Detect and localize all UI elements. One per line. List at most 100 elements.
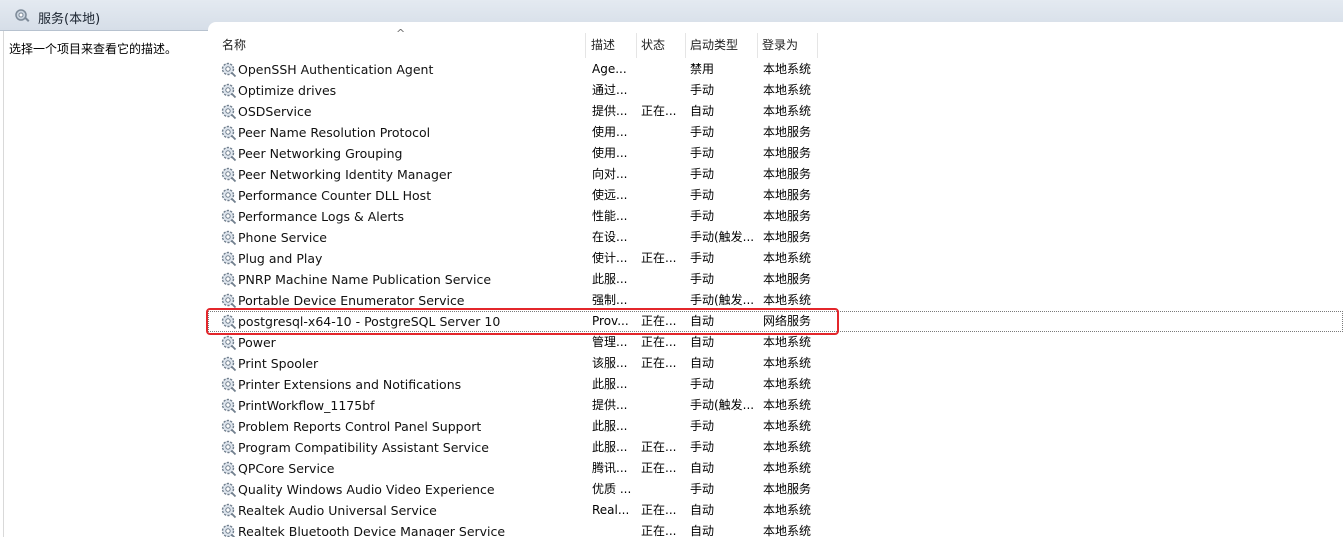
column-header-name[interactable]: 名称: [218, 33, 586, 58]
service-gear-icon: [220, 145, 237, 162]
service-log-on-as: 本地服务: [763, 209, 812, 223]
service-description: 此服...: [592, 440, 628, 454]
service-log-on-as: 本地服务: [763, 230, 812, 244]
table-row[interactable]: Printer Extensions and Notifications 此服..…: [208, 374, 1343, 395]
service-status: [641, 269, 687, 290]
service-startup-type: 手动(触发...: [690, 293, 755, 307]
column-header-startup-type[interactable]: 启动类型: [686, 33, 758, 58]
service-name: Peer Name Resolution Protocol: [238, 125, 431, 140]
service-status: [641, 290, 687, 311]
service-startup-type: 禁用: [690, 62, 715, 76]
service-description: 使计...: [592, 251, 628, 265]
service-log-on-as: 网络服务: [763, 314, 812, 328]
table-row[interactable]: OSDService 提供... 正在... 自动 本地系统: [208, 101, 1343, 122]
column-header-log-on-as[interactable]: 登录为: [758, 33, 818, 58]
service-status: 正在...: [641, 440, 677, 454]
table-row[interactable]: QPCore Service 腾讯... 正在... 自动 本地系统: [208, 458, 1343, 479]
table-row[interactable]: Performance Logs & Alerts 性能... 手动 本地服务: [208, 206, 1343, 227]
service-gear-icon: [220, 292, 237, 309]
service-log-on-as: 本地系统: [763, 398, 812, 412]
service-description: 该服...: [592, 356, 628, 370]
service-startup-type: 手动: [690, 83, 715, 97]
service-startup-type: 自动: [690, 524, 715, 537]
table-row[interactable]: Peer Networking Grouping 使用... 手动 本地服务: [208, 143, 1343, 164]
service-log-on-as: 本地系统: [763, 251, 812, 265]
service-name: Performance Logs & Alerts: [238, 209, 404, 224]
service-log-on-as: 本地系统: [763, 62, 812, 76]
service-description: 此服...: [592, 419, 628, 433]
column-header-description[interactable]: 描述: [587, 33, 637, 58]
service-name: Quality Windows Audio Video Experience: [238, 482, 495, 497]
table-row[interactable]: Optimize drives 通过... 手动 本地系统: [208, 80, 1343, 101]
table-row[interactable]: postgresql-x64-10 - PostgreSQL Server 10…: [208, 311, 1343, 332]
service-description: 提供...: [592, 398, 628, 412]
service-log-on-as: 本地服务: [763, 167, 812, 181]
service-startup-type: 自动: [690, 356, 715, 370]
service-status: [641, 416, 687, 437]
service-description: 使远...: [592, 188, 628, 202]
table-row[interactable]: PNRP Machine Name Publication Service 此服.…: [208, 269, 1343, 290]
service-name: Optimize drives: [238, 83, 337, 98]
service-startup-type: 自动: [690, 104, 715, 118]
service-name: Portable Device Enumerator Service: [238, 293, 465, 308]
table-row[interactable]: Portable Device Enumerator Service 强制... 手…: [208, 290, 1343, 311]
service-startup-type: 手动: [690, 251, 715, 265]
table-row[interactable]: PrintWorkflow_1175bf 提供... 手动(触发... 本地系统: [208, 395, 1343, 416]
service-log-on-as: 本地系统: [763, 335, 812, 349]
table-row[interactable]: Program Compatibility Assistant Service 此…: [208, 437, 1343, 458]
service-name: Peer Networking Grouping: [238, 146, 403, 161]
column-header-status[interactable]: 状态: [637, 33, 686, 58]
services-list[interactable]: ^ 名称 描述 状态 启动类型 登录为 OpenSSH Authenticati…: [208, 22, 1343, 537]
table-row[interactable]: Plug and Play 使计... 正在... 手动 本地系统: [208, 248, 1343, 269]
service-name: Realtek Audio Universal Service: [238, 503, 437, 518]
service-description: 向对...: [592, 167, 628, 181]
service-description: 在设...: [592, 230, 628, 244]
service-name: postgresql-x64-10 - PostgreSQL Server 10: [238, 314, 501, 329]
table-row[interactable]: Realtek Bluetooth Device Manager Service…: [208, 521, 1343, 537]
service-gear-icon: [220, 103, 237, 120]
service-name: Performance Counter DLL Host: [238, 188, 432, 203]
service-status: 正在...: [641, 314, 677, 328]
service-description: 此服...: [592, 377, 628, 391]
table-row[interactable]: Problem Reports Control Panel Support 此服.…: [208, 416, 1343, 437]
service-name: Print Spooler: [238, 356, 319, 371]
service-startup-type: 自动: [690, 503, 715, 517]
table-row[interactable]: Phone Service 在设... 手动(触发... 本地服务: [208, 227, 1343, 248]
service-description: 强制...: [592, 293, 628, 307]
service-status: [641, 122, 687, 143]
table-row[interactable]: Peer Name Resolution Protocol 使用... 手动 本地服务: [208, 122, 1343, 143]
service-description: 通过...: [592, 83, 628, 97]
service-gear-icon: [220, 334, 237, 351]
service-gear-icon: [220, 271, 237, 288]
description-pane: 选择一个项目来查看它的描述。: [3, 31, 208, 537]
table-row[interactable]: Quality Windows Audio Video Experience 优质…: [208, 479, 1343, 500]
service-status: [641, 80, 687, 101]
service-description: Real...: [592, 503, 630, 517]
table-row[interactable]: Realtek Audio Universal Service Real... 正在…: [208, 500, 1343, 521]
table-row[interactable]: OpenSSH Authentication Agent Age... 禁用 本地系统: [208, 59, 1343, 80]
table-row[interactable]: Print Spooler 该服... 正在... 自动 本地系统: [208, 353, 1343, 374]
window-title: 服务(本地): [38, 12, 101, 27]
service-status: [641, 164, 687, 185]
service-gear-icon: [220, 250, 237, 267]
service-status: [641, 395, 687, 416]
service-name: QPCore Service: [238, 461, 335, 476]
service-name: PrintWorkflow_1175bf: [238, 398, 375, 413]
service-description: 腾讯...: [592, 461, 628, 475]
service-log-on-as: 本地服务: [763, 146, 812, 160]
service-log-on-as: 本地服务: [763, 272, 812, 286]
service-startup-type: 手动: [690, 272, 715, 286]
service-log-on-as: 本地系统: [763, 83, 812, 97]
service-startup-type: 手动: [690, 419, 715, 433]
table-row[interactable]: Power 管理... 正在... 自动 本地系统: [208, 332, 1343, 353]
service-gear-icon: [220, 124, 237, 141]
table-row[interactable]: Peer Networking Identity Manager 向对... 手动 本…: [208, 164, 1343, 185]
table-row[interactable]: Performance Counter DLL Host 使远... 手动 本地服务: [208, 185, 1343, 206]
service-status: [641, 143, 687, 164]
service-log-on-as: 本地系统: [763, 419, 812, 433]
service-gear-icon: [220, 397, 237, 414]
service-status: [641, 185, 687, 206]
service-log-on-as: 本地系统: [763, 104, 812, 118]
service-gear-icon: [220, 418, 237, 435]
service-gear-icon: [220, 61, 237, 78]
